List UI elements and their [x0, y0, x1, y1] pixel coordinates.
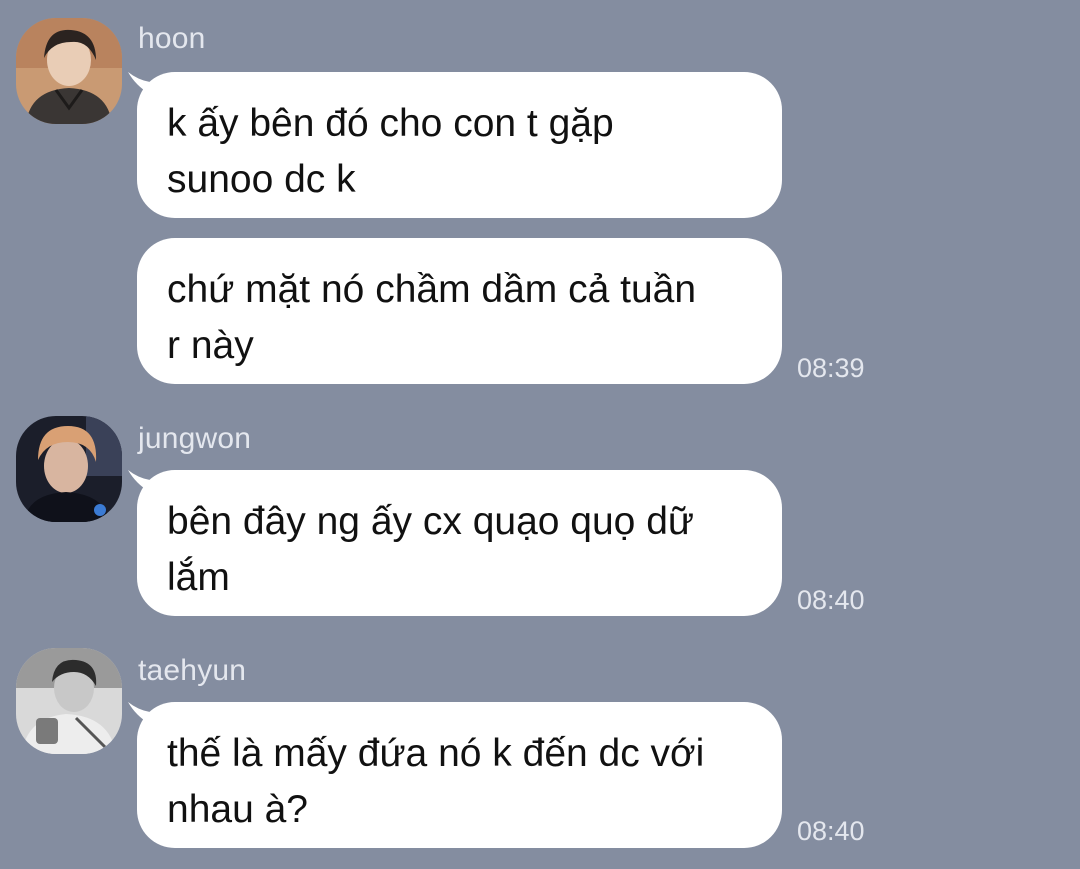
message-bubble[interactable]: thế là mấy đứa nó k đến dc với nhau à? [137, 702, 782, 848]
avatar-jungwon[interactable] [16, 416, 122, 522]
avatar-hoon[interactable] [16, 18, 122, 124]
message-text: chứ mặt nó chầm dầm cả tuần [167, 268, 697, 311]
message-timestamp: 08:40 [797, 816, 865, 846]
message-text: bên đây ng ấy cx quạo quọ dữ [167, 500, 694, 543]
message-text: k ấy bên đó cho con t gặp [167, 102, 614, 145]
sender-name: jungwon [138, 422, 252, 455]
message-timestamp: 08:39 [797, 353, 865, 383]
sender-name: taehyun [138, 654, 247, 687]
message-text: lắm [167, 556, 230, 599]
message-text: r này [167, 324, 254, 367]
message-timestamp: 08:40 [797, 585, 865, 615]
message-text: nhau à? [167, 788, 308, 831]
profile-photo-icon [16, 648, 122, 754]
message-bubble[interactable]: bên đây ng ấy cx quạo quọ dữ lắm [137, 470, 782, 616]
message-text: sunoo dc k [167, 158, 356, 201]
message-bubble[interactable]: chứ mặt nó chầm dầm cả tuần r này [137, 238, 782, 384]
message-bubble[interactable]: k ấy bên đó cho con t gặp sunoo dc k [137, 72, 782, 218]
sender-name: hoon [138, 22, 206, 55]
profile-photo-icon [16, 416, 122, 522]
profile-photo-icon [16, 18, 122, 124]
avatar-taehyun[interactable] [16, 648, 122, 754]
message-text: thế là mấy đứa nó k đến dc với [167, 732, 705, 775]
